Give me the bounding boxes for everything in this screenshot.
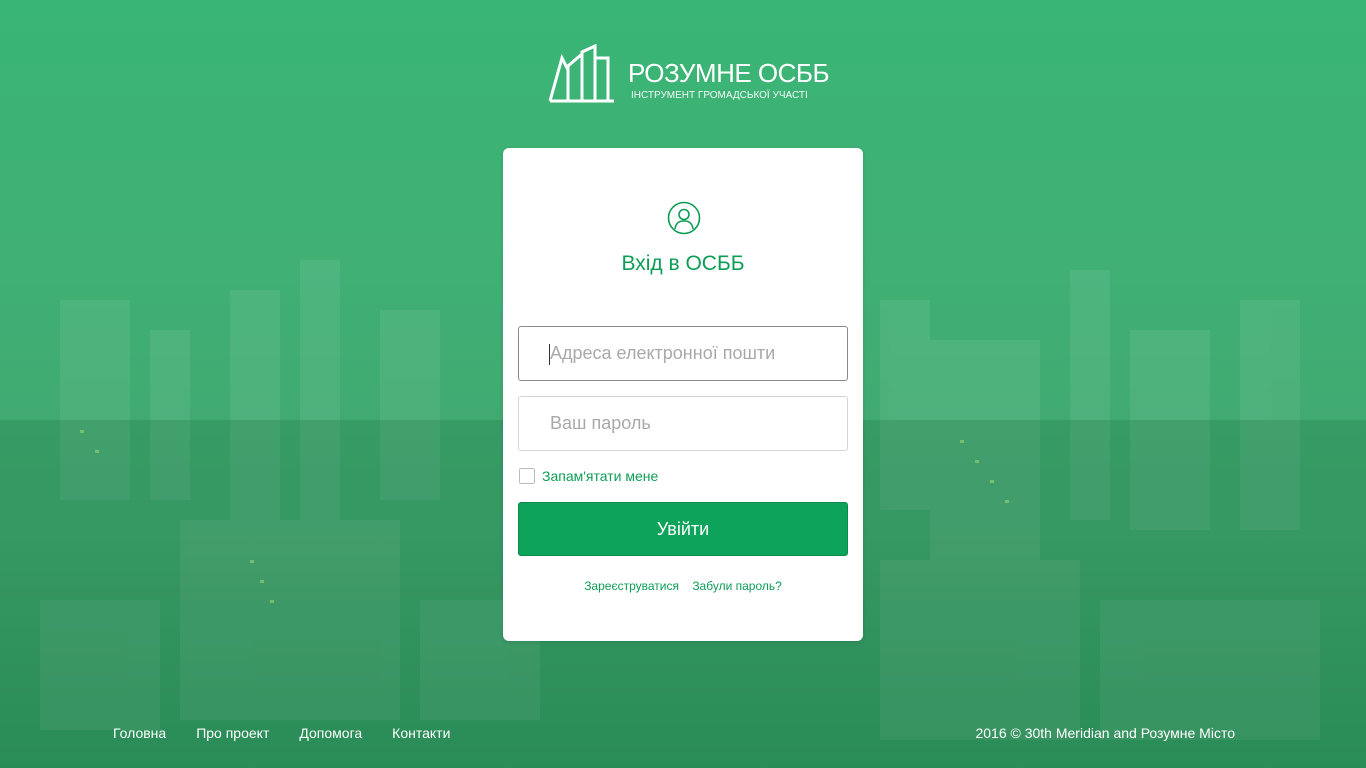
email-field[interactable] (518, 326, 848, 381)
text-caret (549, 344, 550, 365)
email-input[interactable] (519, 327, 847, 380)
forgot-password-link[interactable]: Забули пароль? (692, 579, 782, 593)
password-field[interactable] (518, 396, 848, 451)
login-title: Вхід в ОСББ (621, 252, 745, 275)
remember-label[interactable]: Запам'ятати мене (542, 468, 658, 484)
site-logo[interactable]: РОЗУМНЕ ОСББ ІНСТРУМЕНТ ГРОМАДСЬКОЇ УЧАС… (548, 44, 830, 104)
login-card: Вхід в ОСББ Запам'ятати мене Увійти Заре… (503, 148, 863, 641)
footer-link-help[interactable]: Допомога (299, 725, 362, 743)
register-link[interactable]: Зареєструватися (584, 579, 679, 593)
auth-links: Зареєструватися Забули пароль? (503, 579, 863, 593)
footer-link-home[interactable]: Головна (113, 725, 166, 743)
logo-subtitle: ІНСТРУМЕНТ ГРОМАДСЬКОЇ УЧАСТІ (631, 90, 808, 101)
copyright: 2016 © 30th Meridian and Розумне Місто (975, 725, 1235, 741)
logo-title: РОЗУМНЕ ОСББ (628, 58, 830, 88)
footer-nav: Головна Про проект Допомога Контакти (113, 725, 450, 743)
login-button[interactable]: Увійти (518, 502, 848, 556)
user-circle-icon (667, 201, 701, 235)
password-input[interactable] (519, 397, 847, 450)
buildings-logo-icon (548, 44, 614, 103)
footer-link-about[interactable]: Про проект (196, 725, 269, 743)
footer-link-contacts[interactable]: Контакти (392, 725, 450, 743)
remember-checkbox[interactable] (519, 468, 535, 484)
